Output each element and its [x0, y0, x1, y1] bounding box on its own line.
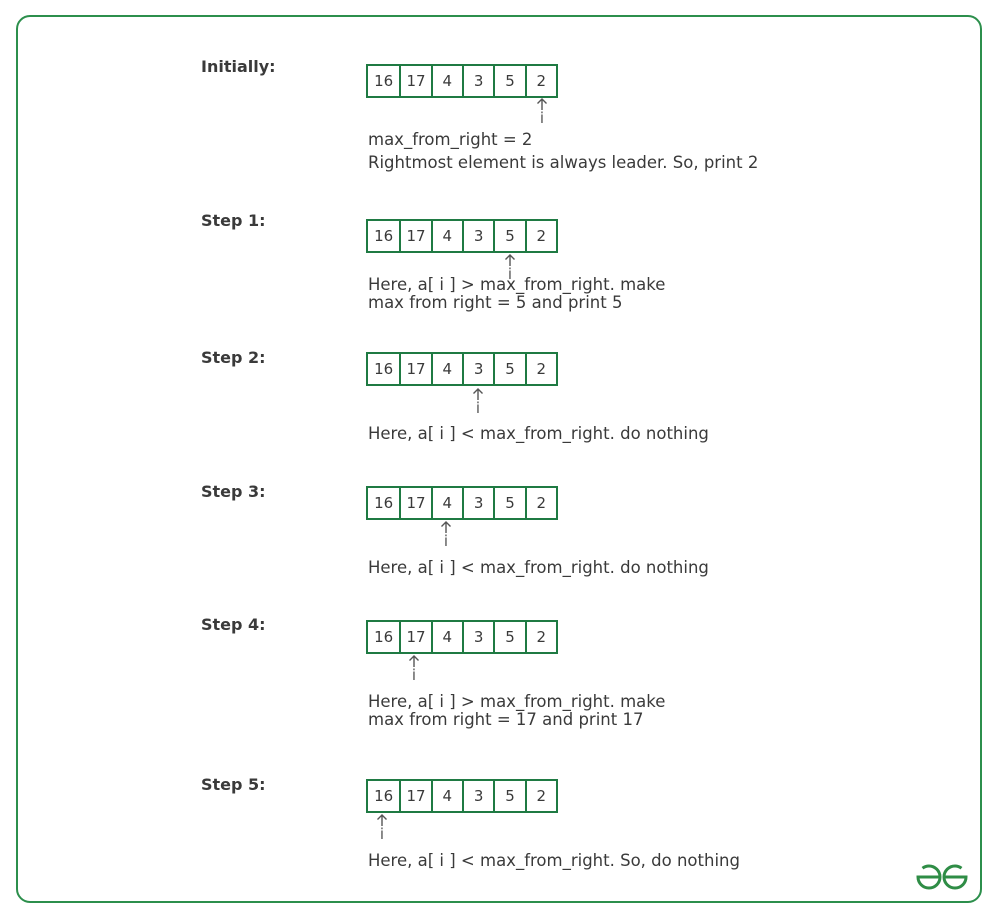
pointer-label: i: [443, 532, 449, 550]
array-cell: 3: [461, 221, 493, 251]
array-cell: 16: [374, 360, 394, 378]
array-cell: 4: [430, 622, 462, 652]
array-cell: 16: [374, 628, 394, 646]
array-cell: 3: [461, 622, 493, 652]
text-initially-1: max_from_right = 2: [368, 130, 533, 149]
geeksforgeeks-logo-icon: [914, 862, 970, 892]
step-label-2: Step 2:: [201, 348, 266, 367]
array-step-5: 16 17 4 3 5 2: [366, 779, 558, 813]
array-cell: 3: [461, 66, 493, 96]
pointer-step-4: i: [406, 654, 422, 684]
text-step-5-1: Here, a[ i ] < max_from_right. So, do no…: [368, 851, 740, 870]
array-cell: 5: [493, 221, 524, 251]
array-step-1: 16 17 4 3 5 2: [366, 219, 558, 253]
array-cell: 17: [399, 66, 430, 96]
array-step-3: 16 17 4 3 5 2: [366, 486, 558, 520]
array-cell: 16: [374, 72, 394, 90]
pointer-step-2: i: [470, 387, 486, 417]
array-cell: 16: [374, 227, 394, 245]
array-cell: 3: [461, 781, 493, 811]
array-cell: 16: [374, 787, 394, 805]
array-cell: 5: [493, 622, 524, 652]
text-initially-2: Rightmost element is always leader. So, …: [368, 153, 759, 172]
array-cell: 2: [524, 221, 556, 251]
array-cell: 4: [430, 488, 462, 518]
diagram-frame: Initially: 16 17 4 3 5 2 i max_from_right = 2…: [16, 15, 982, 903]
array-cell: 2: [524, 622, 556, 652]
array-cell: 5: [493, 781, 524, 811]
array-cell: 3: [461, 354, 493, 384]
pointer-step-3: i: [438, 520, 454, 550]
array-cell: 2: [524, 781, 556, 811]
array-cell: 2: [524, 354, 556, 384]
array-cell: 3: [461, 488, 493, 518]
array-cell: 17: [399, 622, 430, 652]
text-step-1-2: max from right = 5 and print 5: [368, 293, 623, 312]
pointer-label: i: [379, 825, 385, 843]
array-cell: 17: [399, 354, 430, 384]
array-initially: 16 17 4 3 5 2: [366, 64, 558, 98]
text-step-4-1: Here, a[ i ] > max_from_right. make: [368, 692, 666, 711]
array-cell: 4: [430, 781, 462, 811]
array-step-4: 16 17 4 3 5 2: [366, 620, 558, 654]
array-cell: 16: [374, 494, 394, 512]
array-cell: 5: [493, 488, 524, 518]
step-label-4: Step 4:: [201, 615, 266, 634]
step-label-initially: Initially:: [201, 57, 276, 76]
array-cell: 17: [399, 781, 430, 811]
text-step-3-1: Here, a[ i ] < max_from_right. do nothin…: [368, 558, 709, 577]
array-cell: 4: [430, 354, 462, 384]
pointer-step-5: i: [374, 813, 390, 843]
pointer-label: i: [475, 399, 481, 417]
step-label-3: Step 3:: [201, 482, 266, 501]
step-label-1: Step 1:: [201, 211, 266, 230]
text-step-2-1: Here, a[ i ] < max_from_right. do nothin…: [368, 424, 709, 443]
pointer-label: i: [539, 109, 545, 127]
array-cell: 17: [399, 488, 430, 518]
array-cell: 17: [399, 221, 430, 251]
text-step-1-1: Here, a[ i ] > max_from_right. make: [368, 275, 666, 294]
array-cell: 5: [493, 66, 524, 96]
array-cell: 4: [430, 221, 462, 251]
array-cell: 4: [430, 66, 462, 96]
array-cell: 2: [524, 488, 556, 518]
array-cell: 2: [524, 66, 556, 96]
array-step-2: 16 17 4 3 5 2: [366, 352, 558, 386]
pointer-initially: i: [534, 97, 550, 127]
step-label-5: Step 5:: [201, 775, 266, 794]
pointer-label: i: [411, 666, 417, 684]
array-cell: 5: [493, 354, 524, 384]
text-step-4-2: max from right = 17 and print 17: [368, 710, 644, 729]
